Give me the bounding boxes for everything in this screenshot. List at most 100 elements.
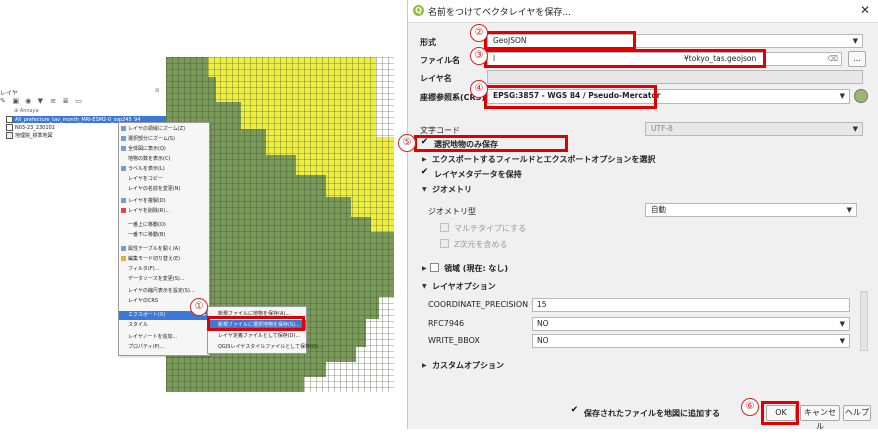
- add-to-map-label: 保存されたファイルを地図に追加する: [584, 409, 720, 418]
- options-scrollbar[interactable]: [860, 291, 868, 351]
- geometry-type-select[interactable]: 自動 ▼: [645, 203, 857, 217]
- menu-item-zoom-to-selection[interactable]: 選択部分にズーム(S): [121, 135, 175, 144]
- add-group-icon[interactable]: ▣: [13, 97, 21, 105]
- callout-4: ④: [470, 80, 488, 98]
- layer-group-header: ⊕ Annaya: [14, 108, 39, 114]
- layer-options-section[interactable]: レイヤオプション: [432, 281, 496, 292]
- persist-metadata-checkbox[interactable]: ✔: [420, 168, 429, 178]
- menu-item-show-in-overview[interactable]: 全体図に表示(Q): [121, 145, 166, 154]
- menu-item-open-attribute-table[interactable]: 属性テーブルを開く(A): [121, 245, 180, 254]
- option-name: COORDINATE_PRECISION: [428, 300, 529, 309]
- layer-item[interactable]: N03-23_230101: [6, 124, 55, 131]
- menu-item-styles[interactable]: スタイル: [121, 321, 148, 330]
- pencil-icon: [121, 256, 126, 261]
- callout-3: ③: [470, 47, 488, 65]
- encoding-select[interactable]: UTF-8 ▼: [645, 122, 863, 136]
- geometry-type-label: ジオメトリ型: [428, 207, 476, 216]
- browse-button[interactable]: ...: [848, 51, 866, 67]
- option-name: RFC7946: [428, 319, 465, 328]
- menu-item-move-to-bottom[interactable]: 一番下に移動(B): [121, 231, 165, 240]
- add-to-map-checkbox[interactable]: ✔: [570, 406, 579, 416]
- crs-selector-globe-icon[interactable]: [854, 89, 868, 103]
- chevron-down-icon: ▼: [852, 37, 858, 45]
- z-dimension-checkbox[interactable]: [440, 239, 449, 248]
- multi-type-checkbox[interactable]: [440, 223, 449, 232]
- menu-item-feature-count[interactable]: 地物の数を表示(C): [121, 155, 170, 164]
- menu-item-remove-layer[interactable]: レイヤを削除(R)...: [121, 207, 170, 216]
- extent-section[interactable]: 領域 (現在: なし): [444, 263, 508, 274]
- chevron-down-icon: ▼: [846, 206, 852, 214]
- coordinate-precision-field[interactable]: 15: [532, 298, 850, 312]
- menu-item-show-labels[interactable]: ラベルを表示(L): [121, 165, 165, 174]
- expand-arrow-icon[interactable]: ▶: [422, 265, 427, 272]
- highlight-box-format: [484, 31, 636, 50]
- layername-label: レイヤ名: [420, 74, 452, 83]
- layer-visibility-checkbox[interactable]: [6, 124, 13, 131]
- dialog-close-button[interactable]: ✕: [860, 3, 870, 17]
- layer-option-row: RFC7946 NO ▼: [424, 316, 854, 333]
- layer-visibility-checkbox[interactable]: [6, 132, 13, 139]
- format-label: 形式: [420, 38, 436, 47]
- menu-item-move-to-top[interactable]: 一番上に移動(O): [121, 221, 166, 230]
- help-button[interactable]: ヘルプ: [843, 405, 871, 421]
- menu-item-zoom-to-layer[interactable]: レイヤの領域にズーム(Z): [121, 125, 185, 134]
- menu-item-copy-layer[interactable]: レイヤをコピー: [121, 175, 163, 184]
- chevron-down-icon: ▼: [839, 92, 845, 100]
- menu-item-duplicate-layer[interactable]: レイヤを複製(D): [121, 197, 166, 206]
- menu-item-filter[interactable]: フィルタ(F)...: [121, 265, 159, 274]
- layers-panel-close-button[interactable]: ☒: [155, 88, 159, 94]
- filename-label: ファイル名: [420, 56, 460, 65]
- custom-options-section[interactable]: カスタムオプション: [432, 360, 504, 371]
- multi-type-label: マルチタイプにする: [454, 224, 527, 233]
- table-icon: [121, 246, 126, 251]
- layer-item[interactable]: 地理院_標準地図: [6, 132, 53, 139]
- filter-legend-icon[interactable]: ▼: [38, 97, 46, 105]
- submenu-save-layer-definition[interactable]: レイヤ定義ファイルとして保存(D)...: [208, 331, 306, 341]
- collapse-arrow-icon[interactable]: ▼: [422, 283, 427, 290]
- expand-arrow-icon[interactable]: ▶: [422, 362, 427, 369]
- menu-item-properties[interactable]: プロパティ(P)...: [121, 343, 164, 352]
- menu-item-change-datasource[interactable]: データソースを変更(S)...: [121, 275, 185, 284]
- label-icon: [121, 166, 126, 171]
- submenu-save-qgis-style[interactable]: QGISレイヤスタイルファイルとして保存(Q)...: [208, 342, 323, 352]
- dialog-titlebar: Q 名前をつけてベクタレイヤを保存... ✕: [408, 0, 878, 23]
- callout-1: ①: [190, 298, 208, 316]
- highlight-box-selected-only: [414, 135, 568, 152]
- layer-option-row: COORDINATE_PRECISION 15: [424, 297, 854, 314]
- extent-checkbox[interactable]: [430, 263, 439, 272]
- collapse-all-icon[interactable]: ≣: [63, 97, 71, 105]
- open-layer-style-icon[interactable]: ✎: [0, 97, 8, 105]
- menu-item-add-layer-notes[interactable]: レイヤノートを追加...: [121, 333, 177, 342]
- dialog-title: 名前をつけてベクタレイヤを保存...: [428, 8, 571, 18]
- expand-arrow-icon[interactable]: ▶: [422, 156, 427, 163]
- layer-visibility-checkbox[interactable]: [6, 116, 13, 123]
- layers-toolbar: ✎ ▣ ◉ ▼ ≡ ≣ ▭: [0, 96, 165, 107]
- menu-item-scale-visibility[interactable]: レイヤの縮尺表示を設定(S)...: [121, 287, 195, 296]
- manage-map-themes-icon[interactable]: ◉: [25, 97, 33, 105]
- highlight-box-save-selected: [207, 316, 305, 331]
- menu-item-toggle-editing[interactable]: 編集モード切り替え(E): [121, 255, 180, 264]
- chevron-down-icon: ▼: [839, 337, 845, 345]
- clear-field-icon[interactable]: ⌫: [827, 53, 838, 65]
- menu-item-rename-layer[interactable]: レイヤの名前を変更(N): [121, 185, 181, 194]
- geometry-section-header[interactable]: ジオメトリ: [432, 184, 472, 195]
- highlight-box-crs: [484, 85, 657, 109]
- chevron-down-icon: ▼: [839, 320, 845, 328]
- layer-context-menu: レイヤの領域にズーム(Z) 選択部分にズーム(S) 全体図に表示(Q) 地物の数…: [118, 122, 210, 356]
- remove-icon: [121, 208, 126, 213]
- remove-layer-icon[interactable]: ▭: [75, 97, 83, 105]
- export-fields-section[interactable]: エクスポートするフィールドとエクスポートオプションを選択: [432, 154, 655, 165]
- zoom-icon: [121, 126, 126, 131]
- zoom-selection-icon: [121, 136, 126, 141]
- callout-6: ⑥: [741, 398, 759, 416]
- layername-field[interactable]: [487, 70, 863, 84]
- collapse-arrow-icon[interactable]: ▼: [422, 186, 427, 193]
- expand-all-icon[interactable]: ≡: [50, 97, 58, 105]
- overview-icon: [121, 146, 126, 151]
- write-bbox-select[interactable]: NO ▼: [532, 334, 850, 348]
- cancel-button[interactable]: キャンセル: [800, 405, 840, 431]
- menu-item-layer-crs[interactable]: レイヤのCRS: [121, 297, 158, 306]
- rfc7946-select[interactable]: NO ▼: [532, 317, 850, 331]
- qgis-logo-icon: Q: [413, 5, 424, 16]
- callout-5: ⑤: [398, 134, 416, 152]
